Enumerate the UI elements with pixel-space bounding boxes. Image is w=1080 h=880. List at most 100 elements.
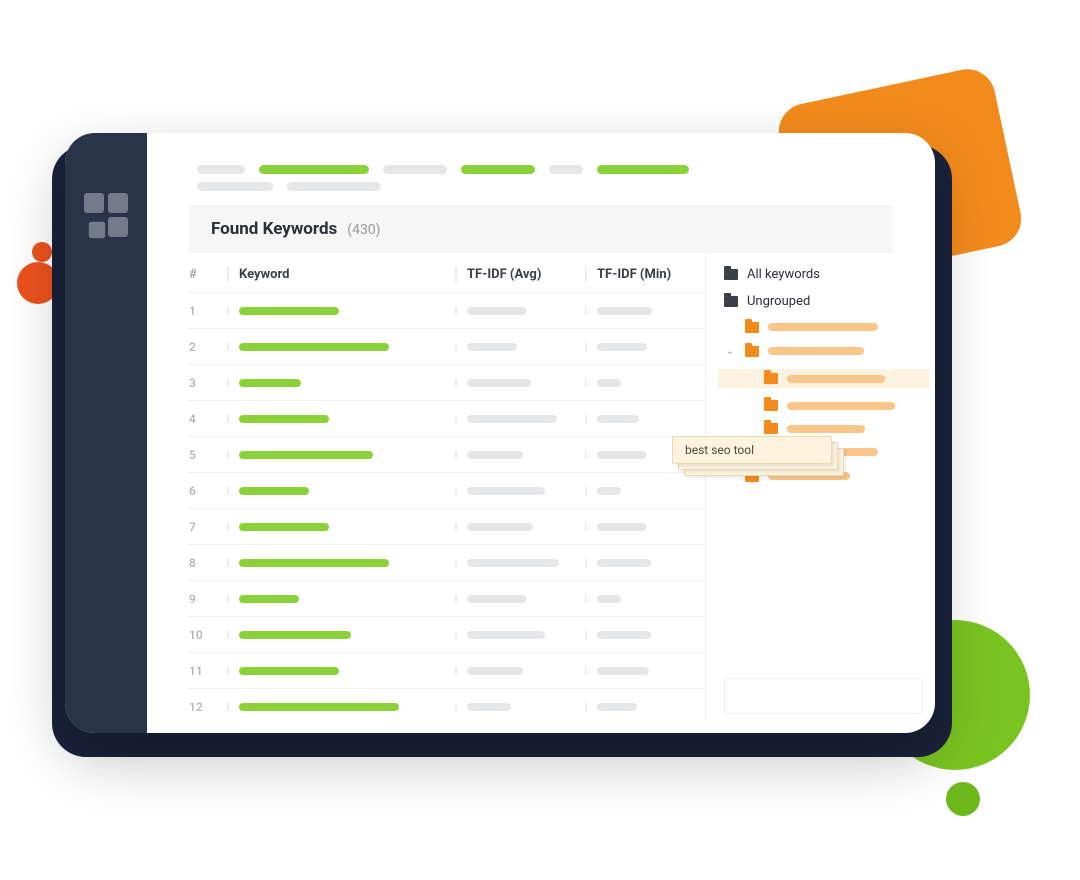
cell-tfidf-avg	[455, 559, 585, 567]
folder-icon	[764, 373, 778, 384]
cell-tfidf-min	[585, 487, 705, 495]
cell-tfidf-min	[585, 559, 705, 567]
cell-tfidf-avg	[455, 631, 585, 639]
folder-icon	[745, 346, 759, 357]
row-number: 10	[189, 628, 227, 642]
app-logo-icon	[84, 193, 128, 237]
table-header: # Keyword TF-IDF (Avg) TF-IDF (Min)	[189, 253, 705, 292]
cell-keyword	[227, 595, 455, 603]
row-number: 2	[189, 340, 227, 354]
cell-tfidf-min	[585, 631, 705, 639]
group-label: Ungrouped	[747, 294, 810, 309]
cell-keyword	[227, 631, 455, 639]
group-label-placeholder	[768, 323, 878, 331]
breadcrumb-segment[interactable]	[383, 165, 447, 174]
group-ungrouped[interactable]: Ungrouped	[724, 294, 923, 309]
cell-keyword	[227, 379, 455, 387]
table-row[interactable]: 12	[189, 688, 705, 724]
group-item[interactable]	[724, 400, 923, 411]
table-row[interactable]: 7	[189, 508, 705, 544]
folder-icon	[745, 322, 759, 333]
panel-count: (430)	[347, 222, 380, 238]
folder-icon	[724, 296, 738, 307]
groups-footer-input[interactable]	[724, 678, 923, 714]
breadcrumb-segment	[287, 182, 381, 191]
table-row[interactable]: 5	[189, 436, 705, 472]
cell-keyword	[227, 451, 455, 459]
cell-tfidf-avg	[455, 415, 585, 423]
cell-tfidf-avg	[455, 307, 585, 315]
table-row[interactable]: 8	[189, 544, 705, 580]
tooltip: best seo tool	[672, 436, 832, 464]
row-number: 9	[189, 592, 227, 606]
folder-icon	[724, 269, 738, 280]
cell-tfidf-min	[585, 343, 705, 351]
groups-panel: All keywordsUngrouped⌄›	[705, 253, 935, 724]
row-number: 6	[189, 484, 227, 498]
cell-keyword	[227, 415, 455, 423]
table-row[interactable]: 3	[189, 364, 705, 400]
row-number: 8	[189, 556, 227, 570]
table-row[interactable]: 9	[189, 580, 705, 616]
row-number: 12	[189, 700, 227, 714]
table-row[interactable]: 6	[189, 472, 705, 508]
group-item[interactable]: ⌄	[724, 345, 923, 357]
breadcrumb-segment[interactable]	[197, 165, 245, 174]
col-header-num: #	[189, 267, 227, 282]
cell-keyword	[227, 523, 455, 531]
cell-keyword	[227, 559, 455, 567]
table-row[interactable]: 10	[189, 616, 705, 652]
panel-header: Found Keywords (430)	[189, 205, 893, 253]
group-label-placeholder	[787, 402, 895, 410]
app-window: Found Keywords (430) # Keyword TF-IDF (A…	[65, 133, 935, 733]
row-number: 4	[189, 412, 227, 426]
cell-tfidf-min	[585, 703, 705, 711]
cell-tfidf-avg	[455, 379, 585, 387]
breadcrumb-segment[interactable]	[597, 165, 689, 174]
table-row[interactable]: 11	[189, 652, 705, 688]
row-number: 1	[189, 304, 227, 318]
group-label-placeholder	[787, 425, 865, 433]
cell-tfidf-avg	[455, 523, 585, 531]
breadcrumb-segment[interactable]	[549, 165, 583, 174]
table-row[interactable]: 2	[189, 328, 705, 364]
row-number: 11	[189, 664, 227, 678]
breadcrumb	[147, 165, 935, 174]
group-item[interactable]	[724, 321, 923, 333]
col-header-tfidf-min[interactable]: TF-IDF (Min)	[585, 267, 705, 282]
breadcrumb-segment[interactable]	[461, 165, 535, 174]
group-item[interactable]	[718, 369, 929, 388]
table-row[interactable]: 4	[189, 400, 705, 436]
group-all-keywords[interactable]: All keywords	[724, 267, 923, 282]
breadcrumb-segment[interactable]	[259, 165, 369, 174]
cell-tfidf-min	[585, 667, 705, 675]
main-panel: Found Keywords (430) # Keyword TF-IDF (A…	[147, 133, 935, 733]
folder-icon	[764, 423, 778, 434]
table-row[interactable]: 1	[189, 292, 705, 328]
cell-tfidf-avg	[455, 703, 585, 711]
keywords-table: # Keyword TF-IDF (Avg) TF-IDF (Min) 1234…	[189, 253, 705, 724]
chevron-down-icon[interactable]: ⌄	[724, 345, 736, 357]
cell-keyword	[227, 667, 455, 675]
row-number: 7	[189, 520, 227, 534]
cell-keyword	[227, 487, 455, 495]
row-number: 3	[189, 376, 227, 390]
tooltip-text: best seo tool	[685, 443, 754, 457]
nav-sidebar	[65, 133, 147, 733]
folder-icon	[764, 400, 778, 411]
cell-tfidf-avg	[455, 343, 585, 351]
cell-tfidf-avg	[455, 451, 585, 459]
cell-tfidf-min	[585, 307, 705, 315]
cell-keyword	[227, 343, 455, 351]
cell-tfidf-avg	[455, 487, 585, 495]
group-item[interactable]	[724, 423, 923, 434]
decorative-dot-red-small	[32, 242, 52, 262]
cell-tfidf-min	[585, 379, 705, 387]
group-label-placeholder	[768, 347, 864, 355]
row-number: 5	[189, 448, 227, 462]
decorative-dot-green	[946, 782, 980, 816]
col-header-keyword[interactable]: Keyword	[227, 267, 455, 282]
col-header-tfidf-avg[interactable]: TF-IDF (Avg)	[455, 267, 585, 282]
panel-title: Found Keywords	[211, 219, 337, 239]
cell-tfidf-min	[585, 523, 705, 531]
